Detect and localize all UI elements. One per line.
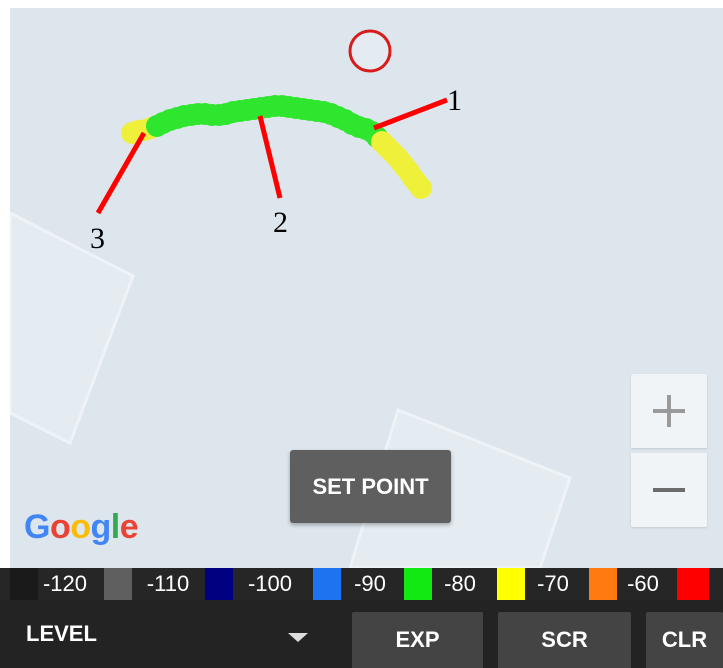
- level-dropdown-label: LEVEL: [26, 621, 97, 646]
- exp-button[interactable]: EXP: [352, 612, 483, 668]
- legend-swatch: [497, 568, 525, 600]
- legend-swatch: [677, 568, 709, 600]
- callout-label-3: 3: [90, 222, 105, 255]
- clr-button[interactable]: CLR: [646, 612, 723, 668]
- plus-icon: [653, 395, 685, 427]
- scr-button[interactable]: SCR: [498, 612, 631, 668]
- legend-label: -120: [42, 571, 88, 596]
- legend-label: -90: [354, 571, 386, 596]
- legend-swatch: [404, 568, 432, 600]
- minus-icon: [653, 488, 685, 492]
- level-dropdown[interactable]: LEVEL: [0, 600, 330, 668]
- legend-label: -110: [146, 571, 190, 596]
- legend-label: -80: [444, 571, 476, 596]
- bottom-toolbar: LEVEL EXP SCR CLR: [0, 600, 723, 668]
- callout-label-1: 1: [447, 84, 462, 117]
- legend-label: -70: [537, 571, 569, 596]
- legend-swatch: [104, 568, 132, 600]
- legend-label: -60: [627, 571, 659, 596]
- map-view[interactable]: 1 2 3 SET POINT Google: [10, 8, 723, 568]
- set-point-button[interactable]: SET POINT: [290, 450, 451, 523]
- callout-line-1: [373, 97, 448, 131]
- callout-line-2: [257, 115, 283, 199]
- legend-swatch: [205, 568, 233, 600]
- dropdown-arrow-icon: [288, 633, 308, 642]
- callout-line-3: [95, 131, 147, 215]
- zoom-out-button[interactable]: [631, 453, 707, 527]
- signal-level-legend: -120 -110 -100 -90 -80 -70 -60: [0, 568, 723, 600]
- legend-swatch: [10, 568, 38, 600]
- circle-target-icon[interactable]: [346, 27, 394, 75]
- legend-swatch: [313, 568, 341, 600]
- callout-label-2: 2: [273, 206, 288, 239]
- google-logo: Google: [24, 508, 139, 546]
- zoom-in-button[interactable]: [631, 374, 707, 448]
- legend-label: -100: [247, 571, 293, 596]
